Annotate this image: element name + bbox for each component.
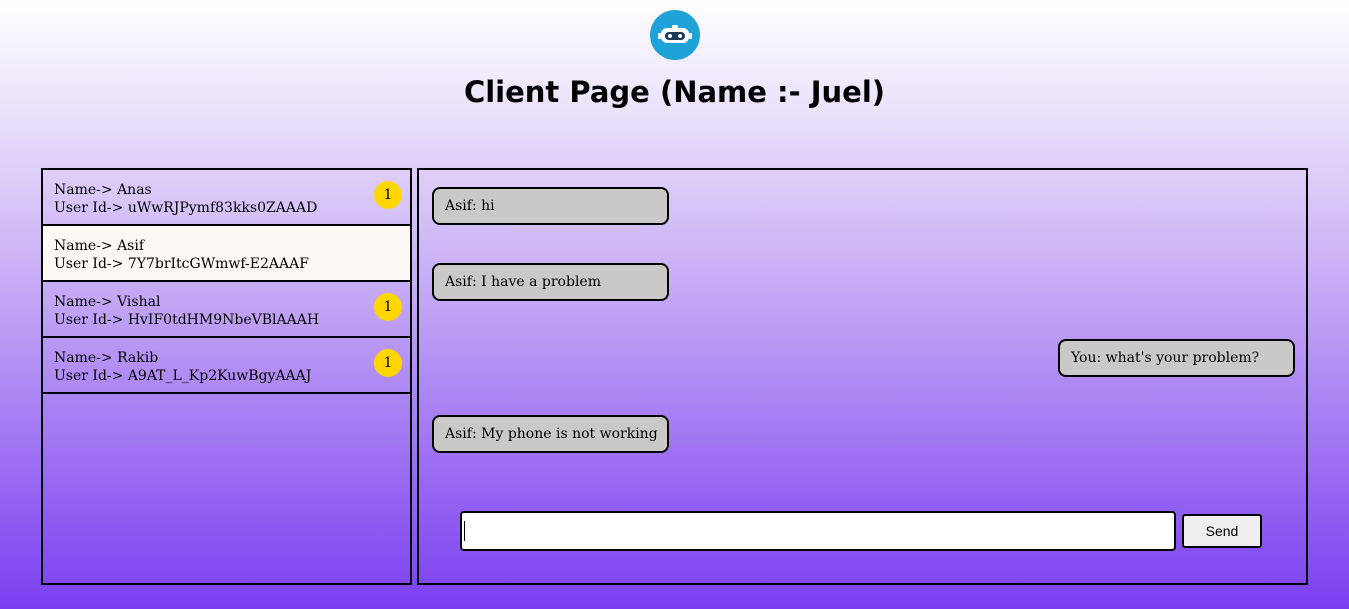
user-name: Name-> Anas (54, 182, 152, 198)
send-button[interactable]: Send (1182, 514, 1262, 548)
user-id: User Id-> uWwRJPymf83kks0ZAAAD (54, 200, 318, 216)
message-bubble: Asif: hi (432, 187, 669, 225)
user-id: User Id-> HvIF0tdHM9NbeVBlAAAH (54, 312, 320, 328)
robot-face-icon (658, 25, 692, 43)
user-id: User Id-> A9AT_L_Kp2KuwBgyAAAJ (54, 368, 312, 384)
text-caret (464, 521, 465, 541)
user-name: Name-> Rakib (54, 350, 159, 366)
message-input[interactable] (460, 511, 1176, 551)
unread-badge: 1 (374, 349, 402, 377)
user-name: Name-> Vishal (54, 294, 161, 310)
message-bubble: Asif: I have a problem (432, 263, 669, 301)
message-bubble: Asif: My phone is not working (432, 415, 669, 453)
user-item-rakib[interactable]: Name-> Rakib User Id-> A9AT_L_Kp2KuwBgyA… (43, 338, 410, 394)
user-item-asif[interactable]: Name-> Asif User Id-> 7Y7brItcGWmwf-E2AA… (43, 226, 410, 282)
user-name: Name-> Asif (54, 238, 145, 254)
page-title: Client Page (Name :- Juel) (463, 75, 886, 109)
user-item-vishal[interactable]: Name-> Vishal User Id-> HvIF0tdHM9NbeVBl… (43, 282, 410, 338)
user-item-anas[interactable]: Name-> Anas User Id-> uWwRJPymf83kks0ZAA… (43, 170, 410, 226)
message-bubble-own: You: what's your problem? (1058, 339, 1295, 377)
robot-logo-icon (650, 10, 700, 60)
user-id: User Id-> 7Y7brItcGWmwf-E2AAAF (54, 256, 309, 272)
chat-panel: Asif: hi Asif: I have a problem You: wha… (417, 168, 1308, 585)
unread-badge: 1 (374, 293, 402, 321)
unread-badge: 1 (374, 181, 402, 209)
user-list: Name-> Anas User Id-> uWwRJPymf83kks0ZAA… (41, 168, 412, 585)
